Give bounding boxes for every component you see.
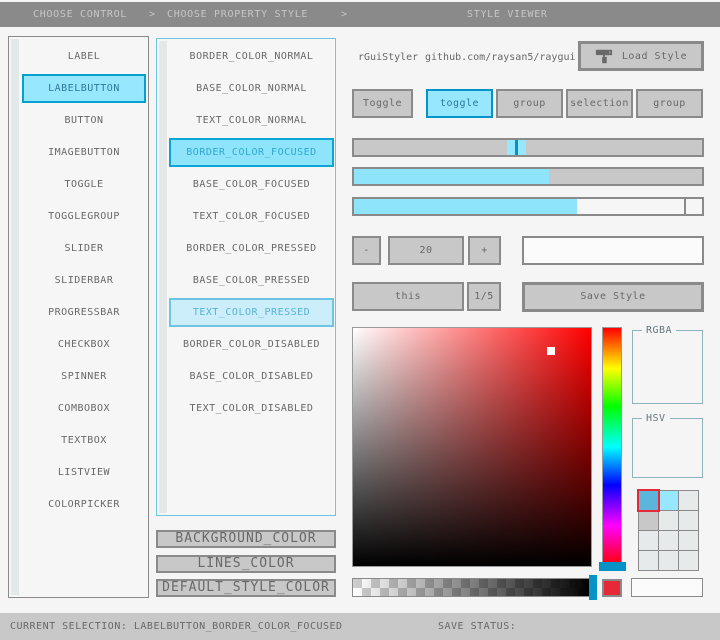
list-item-text-color-pressed[interactable]: TEXT_COLOR_PRESSED <box>169 298 334 327</box>
progressbar-fill <box>354 199 577 214</box>
repo-link[interactable]: github.com/raysan5/raygui <box>425 52 576 63</box>
list-item-base-color-pressed[interactable]: BASE_COLOR_PRESSED <box>169 266 334 295</box>
list-item-sliderbar[interactable]: SLIDERBAR <box>22 266 146 295</box>
list-item-slider[interactable]: SLIDER <box>22 234 146 263</box>
palette-cell[interactable] <box>639 511 658 530</box>
togglegroup-item-group2[interactable]: group <box>636 89 703 118</box>
list-item-colorpicker[interactable]: COLORPICKER <box>22 490 146 519</box>
slider-handle[interactable] <box>507 140 526 155</box>
combobox-value[interactable]: this <box>352 282 464 311</box>
list-item-checkbox[interactable]: CHECKBOX <box>22 330 146 359</box>
hsv-groupbox-label: HSV <box>642 413 670 424</box>
list-item-listview[interactable]: LISTVIEW <box>22 458 146 487</box>
alpha-bar[interactable] <box>352 578 591 597</box>
rgba-groupbox-label: RGBA <box>642 325 677 336</box>
togglegroup-item-selection[interactable]: selection <box>566 89 633 118</box>
background-color-button[interactable]: BACKGROUND_COLOR <box>156 530 336 548</box>
hue-bar[interactable] <box>602 327 622 567</box>
list-item-base-color-focused[interactable]: BASE_COLOR_FOCUSED <box>169 170 334 199</box>
slider[interactable] <box>352 138 704 157</box>
list-item-combobox[interactable]: COMBOBOX <box>22 394 146 423</box>
palette-cell[interactable] <box>659 531 678 550</box>
save-style-button[interactable]: Save Style <box>522 282 704 312</box>
palette-cell[interactable] <box>639 551 658 570</box>
text-input[interactable] <box>522 236 704 265</box>
breadcrumb-separator-icon: > <box>341 9 348 20</box>
list-item-imagebutton[interactable]: IMAGEBUTTON <box>22 138 146 167</box>
list-item-progressbar[interactable]: PROGRESSBAR <box>22 298 146 327</box>
lines-color-button[interactable]: LINES_COLOR <box>156 555 336 573</box>
app-name: rGuiStyler <box>358 52 419 63</box>
controls-listview: LABEL LABELBUTTON BUTTON IMAGEBUTTON TOG… <box>8 36 149 598</box>
list-item-spinner[interactable]: SPINNER <box>22 362 146 391</box>
palette-cell[interactable] <box>659 511 678 530</box>
list-item-border-color-disabled[interactable]: BORDER_COLOR_DISABLED <box>169 330 334 359</box>
color-palette-grid <box>637 489 699 571</box>
alpha-bar-handle[interactable] <box>589 575 597 600</box>
list-item-toggle[interactable]: TOGGLE <box>22 170 146 199</box>
palette-cell[interactable] <box>679 551 698 570</box>
hue-bar-handle[interactable] <box>599 562 626 571</box>
current-selection-status: CURRENT SELECTION: LABELBUTTON_BORDER_CO… <box>10 621 343 632</box>
breadcrumb-choose-control: CHOOSE CONTROL <box>33 9 128 20</box>
palette-cell[interactable] <box>659 551 678 570</box>
color-picker-gradient[interactable] <box>352 327 592 567</box>
list-item-border-color-pressed[interactable]: BORDER_COLOR_PRESSED <box>169 234 334 263</box>
palette-cell[interactable] <box>639 531 658 550</box>
combobox-counter[interactable]: 1/5 <box>467 282 501 311</box>
load-style-label: Load Style <box>621 50 688 62</box>
load-style-button[interactable]: Load Style <box>578 41 704 71</box>
list-item-text-color-disabled[interactable]: TEXT_COLOR_DISABLED <box>169 394 334 423</box>
togglegroup-item-toggle[interactable]: toggle <box>426 89 493 118</box>
checkbox[interactable] <box>684 197 704 216</box>
save-status: SAVE STATUS: <box>438 621 517 632</box>
list-item-togglegroup[interactable]: TOGGLEGROUP <box>22 202 146 231</box>
list-item-button[interactable]: BUTTON <box>22 106 146 135</box>
top-status-bar: CHOOSE CONTROL > CHOOSE PROPERTY STYLE >… <box>0 2 720 27</box>
palette-cell[interactable] <box>679 531 698 550</box>
properties-scrollbar[interactable] <box>159 41 167 513</box>
breadcrumb-choose-property: CHOOSE PROPERTY STYLE <box>167 9 309 20</box>
controls-scrollbar[interactable] <box>11 39 19 595</box>
list-item-labelbutton[interactable]: LABELBUTTON <box>22 74 146 103</box>
spinner-increment-button[interactable]: + <box>468 236 501 265</box>
list-item-text-color-focused[interactable]: TEXT_COLOR_FOCUSED <box>169 202 334 231</box>
paint-roller-icon <box>595 47 613 65</box>
breadcrumb-style-viewer: STYLE VIEWER <box>467 9 548 20</box>
palette-cell[interactable] <box>679 491 698 510</box>
rgba-groupbox: RGBA <box>632 325 703 404</box>
sliderbar-fill <box>354 169 549 184</box>
bottom-status-bar: CURRENT SELECTION: LABELBUTTON_BORDER_CO… <box>0 613 720 640</box>
sliderbar[interactable] <box>352 167 704 186</box>
breadcrumb-separator-icon: > <box>149 9 156 20</box>
rguistyler-window: CHOOSE CONTROL > CHOOSE PROPERTY STYLE >… <box>0 0 720 640</box>
current-color-swatch <box>602 579 622 597</box>
togglegroup-item-group1[interactable]: group <box>496 89 563 118</box>
default-style-color-button[interactable]: DEFAULT_STYLE_COLOR <box>156 579 336 597</box>
list-item-textbox[interactable]: TEXTBOX <box>22 426 146 455</box>
list-item-base-color-disabled[interactable]: BASE_COLOR_DISABLED <box>169 362 334 391</box>
spinner-value[interactable]: 20 <box>388 236 464 265</box>
properties-listview: BORDER_COLOR_NORMAL BASE_COLOR_NORMAL TE… <box>156 38 336 516</box>
list-item-base-color-normal[interactable]: BASE_COLOR_NORMAL <box>169 74 334 103</box>
list-item-border-color-normal[interactable]: BORDER_COLOR_NORMAL <box>169 42 334 71</box>
color-picker-selector[interactable] <box>547 347 555 355</box>
spinner-decrement-button[interactable]: - <box>352 236 381 265</box>
palette-cell[interactable] <box>679 511 698 530</box>
toggle-button[interactable]: Toggle <box>352 89 413 118</box>
hex-color-input[interactable] <box>631 578 703 597</box>
palette-cell-selected[interactable] <box>637 489 660 512</box>
list-item-label[interactable]: LABEL <box>22 42 146 71</box>
hsv-groupbox: HSV <box>632 413 703 478</box>
slider-handle-mark <box>515 140 518 155</box>
list-item-text-color-normal[interactable]: TEXT_COLOR_NORMAL <box>169 106 334 135</box>
palette-cell[interactable] <box>659 491 678 510</box>
progressbar <box>352 197 704 216</box>
list-item-border-color-focused[interactable]: BORDER_COLOR_FOCUSED <box>169 138 334 167</box>
